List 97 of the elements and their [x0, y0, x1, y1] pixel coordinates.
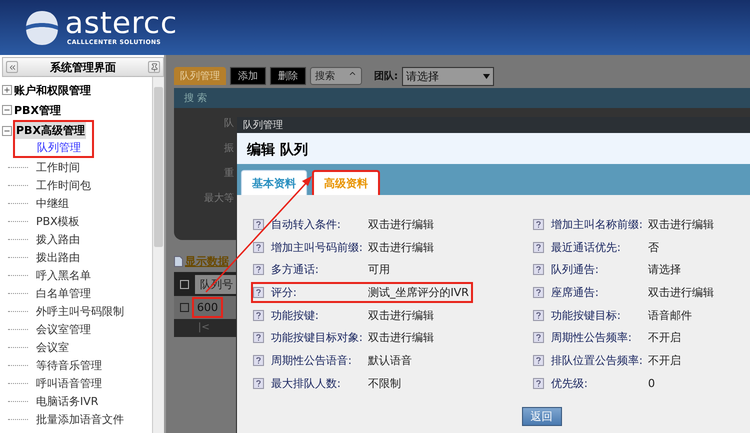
help-icon	[253, 332, 264, 344]
tree-item[interactable]: 外呼主叫号码限制	[36, 304, 124, 318]
search-toggle[interactable]: 搜索	[310, 67, 362, 85]
field-label: 增加主叫号码前缀:	[271, 240, 364, 255]
field-value[interactable]: 语音邮件	[648, 308, 692, 323]
caret-icon	[483, 74, 490, 78]
team-label: 团队:	[374, 70, 398, 83]
help-icon	[253, 310, 264, 321]
plus-icon	[3, 86, 11, 94]
logo-icon	[25, 8, 59, 46]
select-all-checkbox[interactable]	[180, 280, 189, 288]
dialog-heading: 编辑 队列	[237, 133, 750, 164]
help-icon	[533, 310, 544, 321]
help-icon	[253, 242, 264, 253]
tree-item[interactable]: 会议室管理	[36, 322, 91, 336]
help-icon	[533, 218, 544, 230]
chevron-up-icon	[348, 69, 357, 78]
tree-item[interactable]: 等待音乐管理	[36, 358, 102, 372]
tree-item[interactable]: 会议室	[36, 340, 69, 354]
field-label: 功能按键目标:	[551, 308, 622, 323]
tree-item[interactable]: 电脑话务IVR	[36, 394, 98, 408]
tree-item[interactable]: PBX高级管理	[15, 122, 86, 139]
help-icon	[533, 264, 544, 276]
expand-toggle[interactable]	[2, 85, 12, 95]
field-label: 功能按键:	[271, 308, 320, 323]
double-chevron-icon	[8, 62, 16, 72]
field-value[interactable]: 双击进行编辑	[648, 216, 714, 232]
help-icon	[253, 218, 264, 230]
tree-item[interactable]: 账户和权限管理	[13, 82, 92, 98]
tree-item[interactable]: 工作时间包	[36, 178, 91, 192]
help-icon	[533, 332, 544, 344]
field-label: 周期性公告语音:	[271, 352, 353, 368]
collapse-toggle[interactable]	[2, 105, 12, 115]
field-label: 排队位置公告频率:	[551, 352, 644, 368]
field-label: 周期性公告频率:	[551, 330, 633, 346]
help-icon	[533, 242, 544, 253]
help-icon	[253, 354, 264, 366]
field-label: 振	[224, 142, 234, 155]
field-label: 重	[224, 166, 234, 180]
collapse-toggle[interactable]	[2, 126, 12, 136]
field-label: 多方通话:	[271, 262, 320, 278]
logo-text: astercc	[65, 9, 178, 39]
field-value[interactable]: 不开启	[648, 352, 681, 368]
help-icon	[253, 378, 264, 389]
field-value[interactable]: 默认语音	[368, 352, 412, 368]
field-label: 自动转入条件:	[271, 216, 342, 232]
tree-item[interactable]: PBX管理	[13, 102, 62, 118]
toolbar-button[interactable]: 添加	[230, 67, 266, 85]
field-label: 增加主叫名称前缀:	[551, 216, 644, 232]
pin-button[interactable]	[148, 61, 160, 73]
tree-item[interactable]: 拨入路由	[36, 232, 80, 246]
tree-item[interactable]: 队列管理	[37, 140, 81, 155]
help-icon	[533, 378, 544, 389]
tree-item[interactable]: 呼叫语音管理	[36, 376, 102, 390]
field-value[interactable]: 0	[648, 376, 655, 390]
table-cell: 600	[192, 297, 223, 318]
help-icon	[533, 354, 544, 366]
tree-item[interactable]: 工作时间	[36, 160, 80, 174]
field-value[interactable]: 双击进行编辑	[368, 216, 434, 232]
field-label: 评分:	[271, 284, 298, 300]
sidebar-title: 系统管理界面	[50, 60, 116, 74]
field-label: 队	[224, 117, 234, 130]
help-icon	[253, 286, 264, 298]
tree-item[interactable]: PBX模板	[36, 214, 80, 228]
document-icon	[174, 256, 183, 267]
help-icon	[253, 264, 264, 276]
toolbar-button[interactable]: 删除	[270, 67, 306, 85]
field-label: 最大排队人数:	[271, 376, 342, 391]
field-value[interactable]: 双击进行编辑	[368, 308, 434, 323]
team-dropdown[interactable]: 请选择	[402, 66, 494, 86]
field-value[interactable]: 双击进行编辑	[368, 330, 434, 346]
field-label: 功能按键目标对象:	[271, 330, 364, 346]
field-value[interactable]: 不限制	[368, 376, 401, 391]
tree-item[interactable]: 批量添加语音文件	[36, 412, 124, 426]
tab[interactable]: 基本资料	[241, 170, 307, 195]
dialog-title: 队列管理	[237, 117, 750, 133]
field-label: 队列通告:	[551, 262, 600, 278]
field-value[interactable]: 请选择	[648, 262, 681, 278]
tree-item[interactable]: 中继组	[36, 196, 69, 210]
search-panel-title: 搜 索	[174, 88, 750, 108]
tree-item[interactable]: 呼入黑名单	[36, 268, 91, 282]
tree-item[interactable]: 拨出路由	[36, 250, 80, 264]
pin-icon	[150, 62, 158, 72]
field-label: 最大等	[204, 192, 234, 205]
tree-item[interactable]: 白名单管理	[36, 286, 91, 300]
field-value[interactable]: 不开启	[648, 330, 681, 346]
collapse-button[interactable]	[6, 61, 18, 73]
field-value[interactable]: 测试_坐席评分的IVR	[368, 284, 469, 300]
field-value[interactable]: 双击进行编辑	[368, 240, 434, 255]
field-value[interactable]: 否	[648, 240, 659, 255]
field-label: 座席通告:	[551, 284, 600, 300]
field-label: 最近通话优先:	[551, 240, 622, 255]
field-value[interactable]: 可用	[368, 262, 390, 278]
row-checkbox[interactable]	[180, 303, 189, 312]
help-icon	[533, 286, 544, 298]
field-value[interactable]: 双击进行编辑	[648, 284, 714, 300]
field-label: 优先级:	[551, 376, 589, 391]
